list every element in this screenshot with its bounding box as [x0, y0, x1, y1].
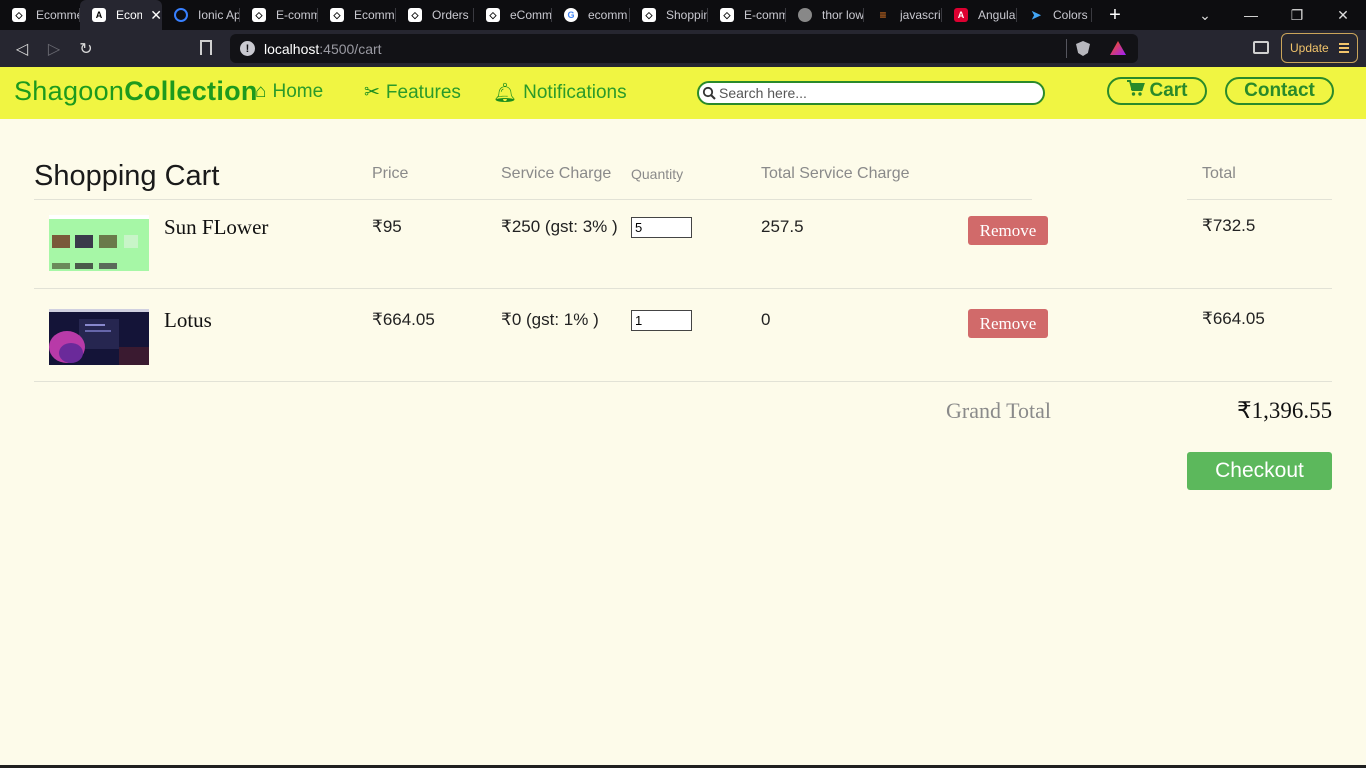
contact-button[interactable]: Contact — [1225, 77, 1334, 105]
browser-tab[interactable]: Ionic App — [162, 0, 240, 30]
codepen-icon: ◇ — [720, 8, 734, 22]
url-text: localhost:4500/cart — [264, 41, 382, 57]
product-total-service-charge: 0 — [761, 310, 771, 329]
grand-total-label: Grand Total — [946, 398, 1051, 423]
search-input[interactable] — [719, 85, 1039, 101]
nav-notifications-link[interactable]: 🔔︎ Notifications — [493, 81, 627, 105]
row-divider — [34, 381, 1332, 382]
angular-a-icon: A — [92, 8, 106, 22]
angular-icon: A — [954, 8, 968, 22]
stackoverflow-icon: ≡ — [879, 8, 887, 22]
column-header-quantity: Quantity — [631, 166, 684, 182]
browser-tab[interactable]: ◇ Ecommerce — [0, 0, 80, 30]
codepen-icon: ◇ — [12, 8, 26, 22]
tools-icon: ✂ — [364, 82, 380, 103]
flutter-icon: ➤ — [1030, 8, 1042, 22]
codepen-icon: ◇ — [330, 8, 344, 22]
google-icon: G — [564, 8, 578, 22]
minimize-window-icon[interactable]: — — [1228, 0, 1274, 30]
browser-tab-strip: ◇ Ecommerce A Ecom ✕ Ionic App ◇ E-comm … — [0, 0, 1366, 30]
globe-icon — [798, 8, 812, 22]
shopping-cart-icon — [1126, 80, 1146, 102]
browser-tab[interactable]: ≡ javascrip — [864, 0, 942, 30]
column-header-total: Total — [1202, 165, 1236, 182]
browser-tab[interactable]: ◇ Ecomm — [318, 0, 396, 30]
browser-tab[interactable]: ◇ Orders — [396, 0, 474, 30]
product-thumbnail[interactable] — [49, 215, 149, 271]
page-title: Shopping Cart — [34, 160, 220, 192]
address-bar[interactable]: ! localhost:4500/cart — [230, 34, 1138, 63]
search-icon — [701, 85, 717, 101]
column-header-service-charge: Service Charge — [501, 165, 612, 182]
browser-tab[interactable]: thor low — [786, 0, 864, 30]
product-name[interactable]: Sun FLower — [164, 215, 268, 240]
quantity-input[interactable] — [631, 217, 692, 238]
browser-tab[interactable]: A Angular — [942, 0, 1017, 30]
new-tab-button[interactable]: + — [1102, 0, 1128, 30]
close-tab-icon[interactable]: ✕ — [150, 7, 162, 24]
restore-window-icon[interactable]: ❐ — [1274, 0, 1320, 30]
codepen-icon: ◇ — [642, 8, 656, 22]
bookmark-icon[interactable] — [200, 40, 212, 55]
codepen-icon: ◇ — [486, 8, 500, 22]
wallet-icon[interactable] — [1253, 41, 1269, 54]
column-header-price: Price — [372, 165, 409, 182]
nav-features-link[interactable]: ✂ Features — [364, 81, 461, 104]
product-price: ₹95 — [372, 217, 402, 236]
header-divider — [1187, 199, 1332, 200]
codepen-icon: ◇ — [408, 8, 422, 22]
brand-logo[interactable]: ShagoonCollection — [14, 76, 258, 107]
home-icon: ⌂ — [255, 81, 267, 102]
browser-tab[interactable]: ➤ Colors t — [1017, 0, 1092, 30]
ionic-icon — [174, 8, 188, 22]
update-button[interactable]: Update — [1281, 33, 1358, 63]
bell-icon: 🔔︎ — [493, 83, 518, 104]
header-divider — [34, 199, 1032, 200]
search-box[interactable] — [697, 81, 1045, 105]
product-total-service-charge: 257.5 — [761, 217, 804, 236]
brave-rewards-icon[interactable] — [1110, 41, 1126, 55]
browser-tab-active[interactable]: A Ecom ✕ — [80, 0, 162, 30]
forward-icon[interactable]: ▷ — [44, 39, 64, 59]
browser-tab[interactable]: G ecomm — [552, 0, 630, 30]
browser-tab[interactable]: ◇ E-comm — [708, 0, 786, 30]
nav-home-link[interactable]: ⌂ Home — [255, 81, 323, 103]
product-total: ₹664.05 — [1202, 309, 1265, 328]
product-service-charge: ₹250 (gst: 3% ) — [501, 217, 618, 236]
browser-tab[interactable]: ◇ Shoppin — [630, 0, 708, 30]
remove-button[interactable]: Remove — [968, 216, 1048, 245]
product-price: ₹664.05 — [372, 310, 435, 329]
remove-button[interactable]: Remove — [968, 309, 1048, 338]
back-icon[interactable]: ◁ — [12, 39, 32, 59]
menu-icon — [1339, 43, 1349, 53]
address-divider — [1066, 39, 1067, 58]
codepen-icon: ◇ — [252, 8, 266, 22]
checkout-button[interactable]: Checkout — [1187, 452, 1332, 490]
browser-tab[interactable]: ◇ E-comm — [240, 0, 318, 30]
quantity-input[interactable] — [631, 310, 692, 331]
cart-button[interactable]: Cart — [1107, 77, 1207, 105]
site-info-icon[interactable]: ! — [240, 41, 255, 56]
site-navbar: ShagoonCollection ⌂ Home ✂ Features 🔔︎ N… — [0, 67, 1366, 119]
row-divider — [34, 288, 1332, 289]
reload-icon[interactable]: ↻ — [76, 39, 96, 59]
product-service-charge: ₹0 (gst: 1% ) — [501, 310, 599, 329]
brave-shields-icon[interactable] — [1076, 41, 1090, 56]
browser-toolbar: ◁ ▷ ↻ ! localhost:4500/cart Update — [0, 30, 1366, 67]
close-window-icon[interactable]: ✕ — [1320, 0, 1366, 30]
product-thumbnail[interactable] — [49, 309, 149, 365]
browser-tab[interactable]: ◇ eComm — [474, 0, 552, 30]
tab-search-chevron-icon[interactable]: ⌄ — [1182, 0, 1228, 30]
grand-total-value: ₹1,396.55 — [1237, 398, 1333, 423]
product-name[interactable]: Lotus — [164, 308, 212, 333]
column-header-total-service-charge: Total Service Charge — [761, 165, 910, 182]
product-total: ₹732.5 — [1202, 216, 1256, 235]
